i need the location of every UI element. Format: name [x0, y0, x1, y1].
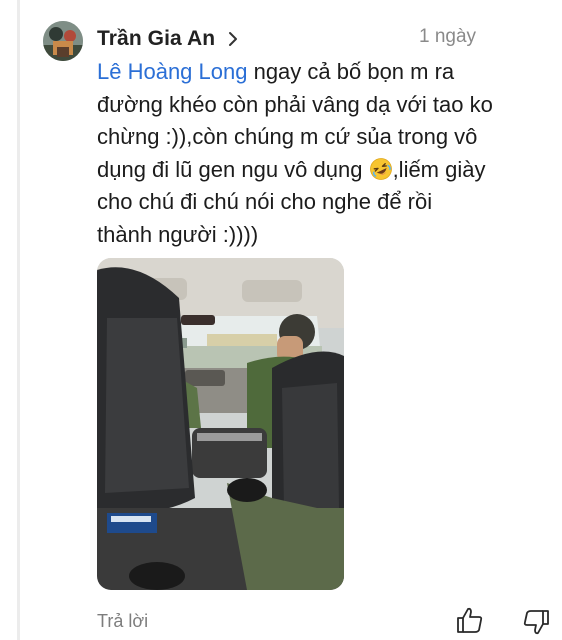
- comment-card: Trần Gia An 1 ngày Lê Hoàng Long ngay cả…: [0, 0, 562, 640]
- comment-line-text: ngay cả bố bọn m ra: [247, 59, 455, 84]
- comment-line: đường khéo còn phải vâng dạ với tao ko: [97, 91, 493, 117]
- author-row[interactable]: Trần Gia An: [97, 24, 239, 54]
- comment-line: dụng đi lũ gen ngu vô dụng ,liếm giày: [97, 154, 557, 187]
- comment-text: Lê Hoàng Long ngay cả bố bọn m ra đường …: [97, 56, 557, 251]
- comment-line: cho chú đi chú nói cho nghe để rồi: [97, 189, 433, 214]
- comment-line: Lê Hoàng Long ngay cả bố bọn m ra: [97, 56, 557, 89]
- timestamp: 1 ngày: [419, 26, 477, 47]
- thread-line: [17, 0, 20, 640]
- author-name[interactable]: Trần Gia An: [97, 27, 215, 51]
- chevron-right-icon[interactable]: [227, 30, 239, 48]
- reply-link[interactable]: Trả lời: [97, 611, 148, 632]
- rolling-on-floor-laughing-emoji-icon: [369, 157, 393, 181]
- comment-line-text: dụng đi lũ gen ngu vô dụng: [97, 156, 369, 182]
- thumbs-up-icon[interactable]: [455, 605, 485, 635]
- avatar[interactable]: [43, 21, 83, 61]
- comment-line-text: ,liếm giày: [392, 156, 486, 182]
- thumbs-down-icon[interactable]: [521, 607, 551, 637]
- comment-line: thành người :)))): [97, 221, 259, 247]
- car-interior-photo[interactable]: [97, 258, 344, 590]
- mention-link[interactable]: Lê Hoàng Long: [97, 59, 247, 84]
- comment-line: chừng :)),còn chúng m cứ sủa trong vô: [97, 124, 478, 149]
